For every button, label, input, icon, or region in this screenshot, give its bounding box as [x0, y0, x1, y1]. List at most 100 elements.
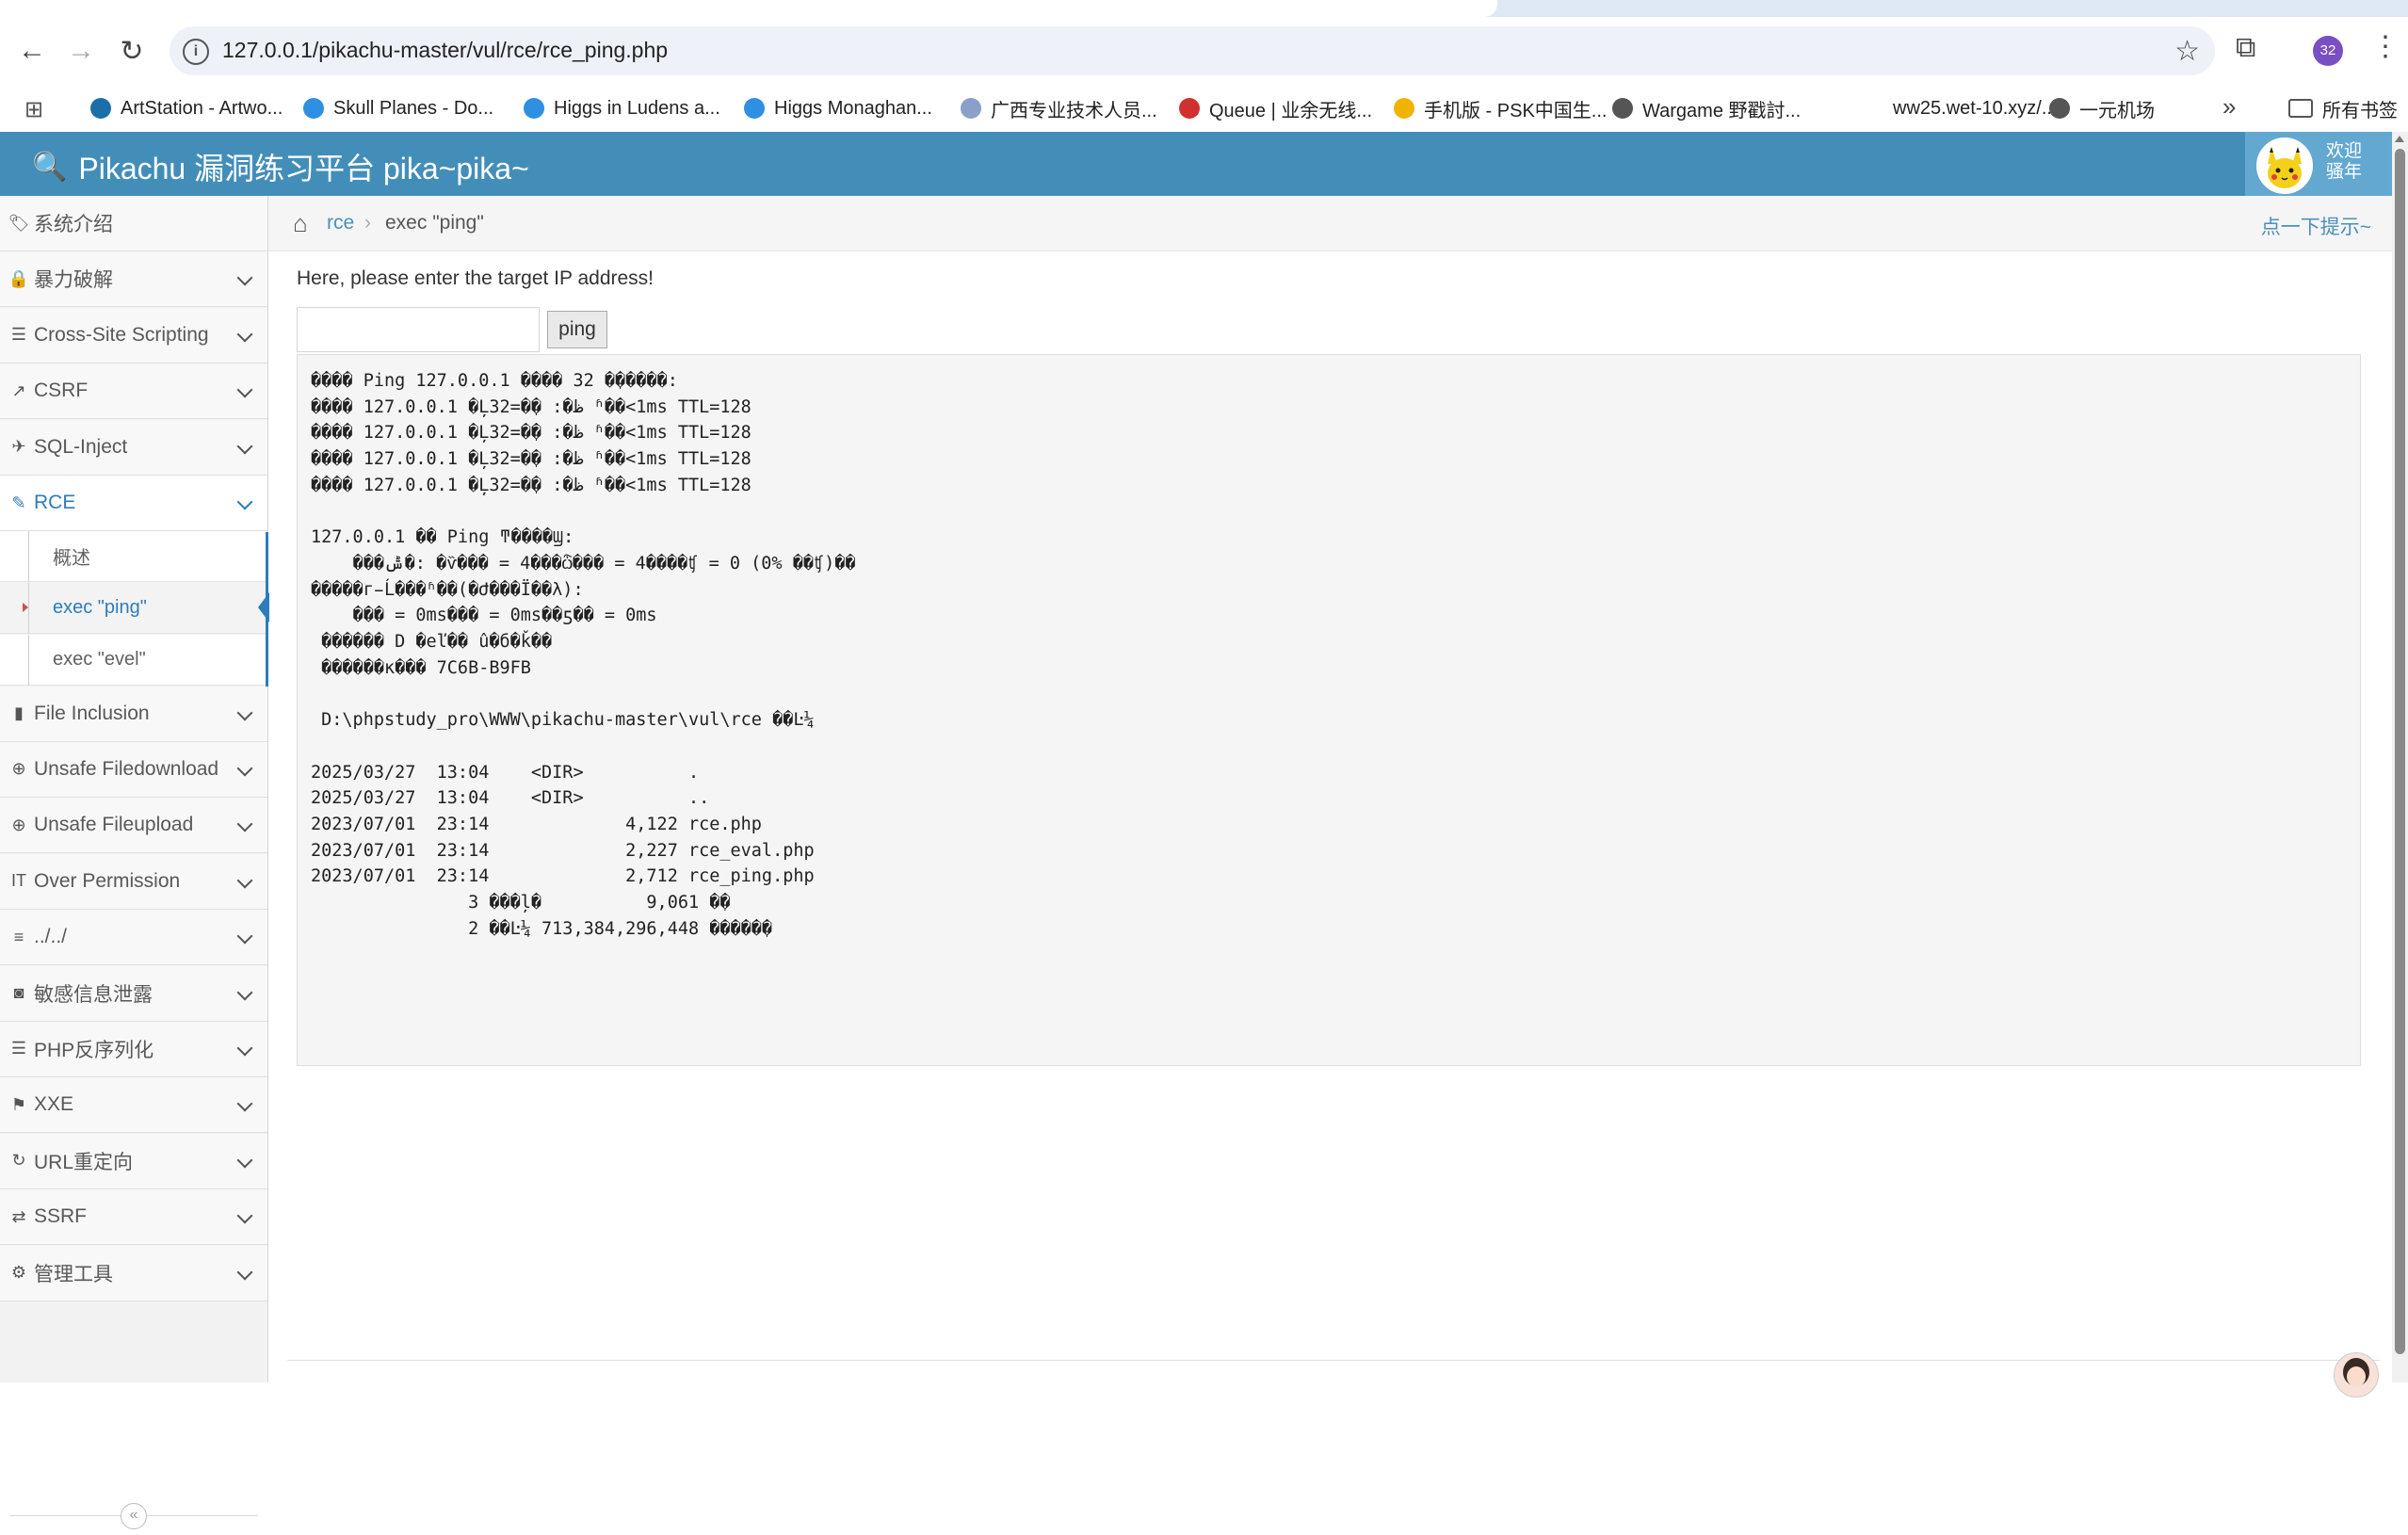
tree-line [28, 531, 29, 583]
bookmark-item[interactable]: Higgs in Ludens a... [524, 85, 720, 132]
extensions-icon[interactable]: ⧉ [2236, 32, 2255, 64]
bookmark-item[interactable]: Higgs Monaghan... [744, 85, 932, 132]
sidebar-item-cross-site-scripting[interactable]: ☰ Cross-Site Scripting [0, 307, 267, 364]
sidebar-subitem-label: 概述 [53, 548, 90, 570]
collapse-sidebar-icon[interactable]: « [121, 1503, 147, 1529]
reload-icon[interactable]: ↻ [113, 32, 151, 70]
all-bookmarks[interactable]: 所有书签 [2288, 85, 2398, 132]
plane-icon: ✈ [11, 437, 26, 457]
list-icon: ☰ [10, 325, 27, 345]
app-title[interactable]: 🔍 Pikachu 漏洞练习平台 pika~pika~ [32, 145, 529, 188]
sidebar-item-label: 系统介绍 [34, 214, 113, 235]
sidebar-item-ssrf[interactable]: ⇄ SSRF [0, 1189, 267, 1246]
tree-line [28, 583, 29, 635]
bookmark-item[interactable]: 一元机场 [2049, 85, 2155, 132]
chevron-down-icon [236, 760, 253, 777]
apps-grid-icon[interactable]: ⊞ [24, 96, 43, 123]
bookmark-label: 手机版 - PSK中国生... [1424, 100, 1608, 121]
sidebar-item-label: 暴力破解 [34, 269, 113, 292]
active-section-bar [266, 531, 268, 687]
assistant-avatar[interactable] [2334, 1352, 2379, 1398]
camera-icon: ◙ [13, 983, 24, 1002]
more-bookmarks-icon[interactable]: » [2222, 92, 2236, 121]
ip-address-input[interactable] [297, 307, 540, 352]
command-output-text: ���� Ping 127.0.0.1 ���� 32 �ֽ�����: ���… [311, 371, 856, 939]
sidebar-item-rce[interactable]: ✎ RCE [0, 476, 267, 531]
ping-button[interactable]: ping [547, 311, 607, 348]
chevron-down-icon [236, 928, 253, 945]
bookmark-favicon-icon [303, 98, 324, 119]
bookmark-item[interactable]: ArtStation - Artwo... [90, 85, 283, 132]
user-welcome: 欢迎 骚年 [2326, 141, 2363, 182]
sidebar-item-url[interactable]: ↻ URL重定向 [0, 1133, 267, 1189]
sidebar-item-label: PHP反序列化 [34, 1039, 154, 1061]
bookmark-item[interactable]: 手机版 - PSK中国生... [1394, 85, 1607, 132]
sidebar-item-label: XXE [34, 1093, 74, 1116]
sidebar-item-label: RCE [34, 492, 76, 513]
text-icon: IT [11, 871, 26, 891]
bookmark-item[interactable]: Skull Planes - Do... [303, 85, 493, 132]
sidebar-item-file-inclusion[interactable]: ▮ File Inclusion [0, 686, 267, 742]
bookmark-favicon-icon [524, 98, 544, 119]
home-icon[interactable]: ⌂ [293, 209, 308, 238]
sidebar-item-item-16[interactable]: ⚙ 管理工具 [0, 1245, 267, 1301]
sidebar-item-php[interactable]: ☰ PHP反序列化 [0, 1021, 267, 1077]
bookmark-item[interactable]: Queue | 业余无线... [1179, 85, 1372, 132]
bookmark-item[interactable]: ww25.wet-10.xyz/... [1863, 85, 2058, 132]
site-info-icon[interactable]: i [183, 39, 209, 65]
sidebar-subitem[interactable]: 概述 [0, 531, 267, 583]
profile-avatar[interactable]: 32 [2313, 36, 2343, 66]
sidebar-item-unsafe-filedownload[interactable]: ⊕ Unsafe Filedownload [0, 741, 267, 798]
caret-right-icon [23, 603, 28, 613]
sidebar-item-item-11[interactable]: ◙ 敏感信息泄露 [0, 965, 267, 1022]
hint-link[interactable]: 点一下提示~ [2261, 212, 2371, 240]
back-icon[interactable]: ← [13, 32, 51, 70]
sidebar-item-item-10[interactable]: ≡ ../../ [0, 910, 267, 966]
bookmark-label: ww25.wet-10.xyz/... [1893, 97, 2058, 119]
bookmark-label: 广西专业技术人员... [991, 100, 1157, 121]
sidebar-item-label: SSRF [34, 1205, 88, 1228]
bookmark-star-icon[interactable]: ☆ [2174, 35, 2200, 68]
lock-icon: 🔒 [8, 268, 30, 288]
chevron-down-icon [236, 1207, 253, 1224]
lines-icon: ☰ [10, 1039, 27, 1058]
scroll-up-arrow[interactable] [2395, 136, 2404, 142]
sidebar-item-item-0[interactable]: 🏷 系统介绍 [0, 196, 267, 251]
sidebar-subitem[interactable]: exec "ping" [0, 583, 269, 635]
sidebar-item-csrf[interactable]: ↗ CSRF [0, 364, 267, 420]
sidebar-item-item-1[interactable]: 🔒 暴力破解 [0, 251, 267, 308]
footer-divider [287, 1360, 2380, 1361]
sidebar-collapse-row: « [0, 1497, 267, 1535]
address-bar[interactable]: i 127.0.0.1/pikachu-master/vul/rce/rce_p… [170, 26, 2215, 75]
forward-icon[interactable]: → [62, 32, 100, 70]
tab-strip [0, 0, 2408, 17]
bookmark-item[interactable]: 广西专业技术人员... [961, 85, 1157, 132]
sidebar-subitem[interactable]: exec "evel" [0, 634, 267, 686]
share-icon: ↗ [11, 380, 26, 400]
user-menu[interactable]: 欢迎 骚年 [2245, 132, 2392, 196]
bookmark-favicon-icon [90, 98, 111, 119]
sidebar-item-over-permission[interactable]: IT Over Permission [0, 853, 267, 910]
url-text[interactable]: 127.0.0.1/pikachu-master/vul/rce/rce_pin… [222, 38, 668, 63]
page-scrollbar[interactable] [2392, 132, 2408, 1382]
scrollbar-thumb[interactable] [2395, 149, 2405, 1354]
chevron-down-icon [236, 438, 253, 455]
chevron-down-icon [236, 381, 253, 398]
sidebar-item-label: URL重定向 [34, 1151, 134, 1173]
breadcrumb-rce-link[interactable]: rce [327, 212, 354, 234]
sidebar-item-sql-inject[interactable]: ✈ SQL-Inject [0, 419, 267, 476]
bookmark-item[interactable]: Wargame 野戳討... [1612, 85, 1801, 132]
chevron-down-icon [236, 816, 253, 832]
current-tab[interactable] [0, 0, 1497, 17]
sidebar-item-xxe[interactable]: ⚑ XXE [0, 1077, 267, 1134]
breadcrumb-separator: › [364, 212, 371, 234]
sidebar-item-unsafe-fileupload[interactable]: ⊕ Unsafe Fileupload [0, 798, 267, 854]
bookmark-favicon-icon [1179, 98, 1200, 119]
tag-icon: 🏷 [8, 213, 30, 233]
bookmark-favicon-icon [1612, 98, 1633, 119]
bookmark-label: Higgs in Ludens a... [554, 97, 720, 119]
browser-menu-icon[interactable]: ⋮ [2371, 30, 2400, 63]
chevron-down-icon [236, 493, 253, 510]
tree-line [28, 634, 29, 686]
sidebar-item-label: Unsafe Fileupload [34, 814, 194, 836]
